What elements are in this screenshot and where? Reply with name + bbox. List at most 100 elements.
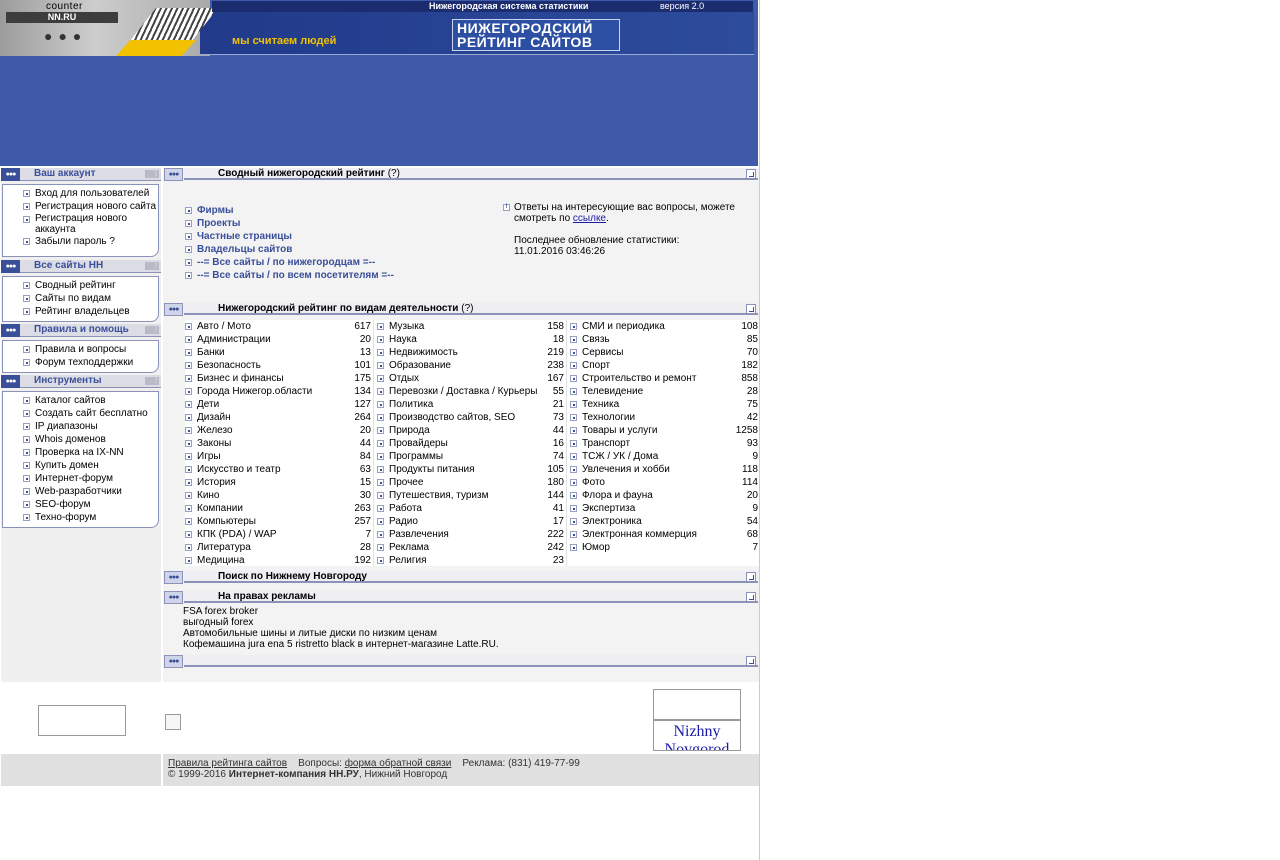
category-row[interactable]: Дети 127 [185, 398, 371, 411]
category-row[interactable]: Продукты питания 105 [377, 463, 564, 476]
summary-link-private-pages[interactable]: Частные страницы [185, 230, 485, 243]
category-row[interactable]: Телевидение 28 [570, 385, 758, 398]
category-row[interactable]: Провайдеры 16 [377, 437, 564, 450]
category-row[interactable]: Игры 84 [185, 450, 371, 463]
category-row[interactable]: Увлечения и хобби 118 [570, 463, 758, 476]
sidebar-item-techno-forum[interactable]: Техно-форум [3, 511, 158, 524]
category-row[interactable]: Искусство и театр 63 [185, 463, 371, 476]
expand-icon[interactable] [746, 169, 756, 179]
rules-link[interactable]: Правила рейтинга сайтов [168, 758, 287, 769]
sidebar-item-ix-nn[interactable]: Проверка на IX-NN [3, 446, 158, 459]
category-row[interactable]: Прочее 180 [377, 476, 564, 489]
expand-icon[interactable] [746, 304, 756, 314]
category-row[interactable]: Радио 17 [377, 515, 564, 528]
sidebar-item-support-forum[interactable]: Форум техподдержки [3, 356, 158, 369]
category-row[interactable]: Наука 18 [377, 333, 564, 346]
category-row[interactable]: Кино 30 [185, 489, 371, 502]
category-row[interactable]: Политика 21 [377, 398, 564, 411]
category-row[interactable]: Программы 74 [377, 450, 564, 463]
category-row[interactable]: Компьютеры 257 [185, 515, 371, 528]
category-row[interactable]: Развлечения 222 [377, 528, 564, 541]
expand-icon[interactable] [746, 592, 756, 602]
partner-banner-image[interactable] [653, 689, 741, 720]
category-row[interactable]: Товары и услуги 1258 [570, 424, 758, 437]
ad-link[interactable]: FSA forex broker [183, 606, 499, 617]
sidebar-item-owners-rating[interactable]: Рейтинг владельцев [3, 305, 158, 318]
category-row[interactable]: Музыка 158 [377, 320, 564, 333]
broken-image-icon[interactable] [165, 714, 181, 730]
category-row[interactable]: Электронная коммерция 68 [570, 528, 758, 541]
category-row[interactable]: СМИ и периодика 108 [570, 320, 758, 333]
category-row[interactable]: Флора и фауна 20 [570, 489, 758, 502]
category-row[interactable]: Перевозки / Доставка / Курьеры 55 [377, 385, 564, 398]
company-name[interactable]: Интернет-компания НН.РУ [229, 769, 359, 780]
category-row[interactable]: КПК (PDA) / WAP 7 [185, 528, 371, 541]
ad-link[interactable]: выгодный forex [183, 617, 499, 628]
category-row[interactable]: Производство сайтов, SEO 73 [377, 411, 564, 424]
category-row[interactable]: Работа 41 [377, 502, 564, 515]
summary-link-owners[interactable]: Владельцы сайтов [185, 243, 485, 256]
category-row[interactable]: Технологии 42 [570, 411, 758, 424]
ad-link[interactable]: Кофемашина jura ena 5 ristretto black в … [183, 639, 499, 650]
category-row[interactable]: Компании 263 [185, 502, 371, 515]
sidebar-item-sites-by-type[interactable]: Сайты по видам [3, 292, 158, 305]
category-row[interactable]: Города Нижегор.области 134 [185, 385, 371, 398]
header-nnru-label[interactable]: NN.RU [6, 12, 118, 23]
sidebar-item-ip-ranges[interactable]: IP диапазоны [3, 420, 158, 433]
category-row[interactable]: Банки 13 [185, 346, 371, 359]
summary-link-firms[interactable]: Фирмы [185, 204, 485, 217]
sidebar-item-register-site[interactable]: Регистрация нового сайта [3, 200, 158, 213]
feedback-link[interactable]: форма обратной связи [345, 758, 452, 769]
sidebar-item-seo-forum[interactable]: SEO-форум [3, 498, 158, 511]
help-link[interactable]: (?) [388, 168, 400, 179]
sidebar-item-rules[interactable]: Правила и вопросы [3, 343, 158, 356]
nizhny-novgorod-banner[interactable]: Nizhny Novgorod [653, 720, 741, 751]
sidebar-item-login[interactable]: Вход для пользователей [3, 187, 158, 200]
category-row[interactable]: Безопасность 101 [185, 359, 371, 372]
summary-link-projects[interactable]: Проекты [185, 217, 485, 230]
category-row[interactable]: Сервисы 70 [570, 346, 758, 359]
category-row[interactable]: Спорт 182 [570, 359, 758, 372]
sidebar-item-create-site[interactable]: Создать сайт бесплатно [3, 407, 158, 420]
category-row[interactable]: Авто / Мото 617 [185, 320, 371, 333]
category-row[interactable]: Юмор 7 [570, 541, 758, 554]
summary-link-all-by-locals[interactable]: --= Все сайты / по нижегородцам =-- [185, 256, 485, 269]
sidebar-item-internet-forum[interactable]: Интернет-форум [3, 472, 158, 485]
category-row[interactable]: Медицина 192 [185, 554, 371, 567]
summary-link-all-by-visitors[interactable]: --= Все сайты / по всем посетителям =-- [185, 269, 485, 282]
category-row[interactable]: Образование 238 [377, 359, 564, 372]
category-row[interactable]: История 15 [185, 476, 371, 489]
category-row[interactable]: Электроника 54 [570, 515, 758, 528]
site-logo[interactable]: НИЖЕГОРОДСКИЙ РЕЙТИНГ САЙТОВ [452, 19, 620, 51]
category-row[interactable]: Недвижимость 219 [377, 346, 564, 359]
sidebar-item-forgot-password[interactable]: Забыли пароль ? [3, 235, 158, 248]
sidebar-item-web-developers[interactable]: Web-разработчики [3, 485, 158, 498]
sidebar-item-whois[interactable]: Whois доменов [3, 433, 158, 446]
sidebar-item-register-account[interactable]: Регистрация нового аккаунта [3, 213, 158, 235]
category-row[interactable]: Администрации 20 [185, 333, 371, 346]
category-row[interactable]: Строительство и ремонт 858 [570, 372, 758, 385]
category-row[interactable]: Экспертиза 9 [570, 502, 758, 515]
category-row[interactable]: ТСЖ / УК / Дома 9 [570, 450, 758, 463]
category-row[interactable]: Отдых 167 [377, 372, 564, 385]
sidebar-item-catalog[interactable]: Каталог сайтов [3, 394, 158, 407]
expand-icon[interactable] [746, 656, 756, 666]
counter-banner-image[interactable] [38, 705, 126, 736]
category-row[interactable]: Реклама 242 [377, 541, 564, 554]
category-row[interactable]: Техника 75 [570, 398, 758, 411]
info-link[interactable]: ссылке [573, 213, 606, 224]
sidebar-item-buy-domain[interactable]: Купить домен [3, 459, 158, 472]
ad-link[interactable]: Автомобильные шины и литые диски по низк… [183, 628, 499, 639]
category-row[interactable]: Литература 28 [185, 541, 371, 554]
category-row[interactable]: Бизнес и финансы 175 [185, 372, 371, 385]
category-row[interactable]: Связь 85 [570, 333, 758, 346]
category-row[interactable]: Путешествия, туризм 144 [377, 489, 564, 502]
expand-icon[interactable] [746, 572, 756, 582]
help-link[interactable]: (?) [461, 303, 473, 314]
category-row[interactable]: Законы 44 [185, 437, 371, 450]
category-row[interactable]: Железо 20 [185, 424, 371, 437]
category-row[interactable]: Религия 23 [377, 554, 564, 567]
category-row[interactable]: Природа 44 [377, 424, 564, 437]
category-row[interactable]: Дизайн 264 [185, 411, 371, 424]
category-row[interactable]: Транспорт 93 [570, 437, 758, 450]
